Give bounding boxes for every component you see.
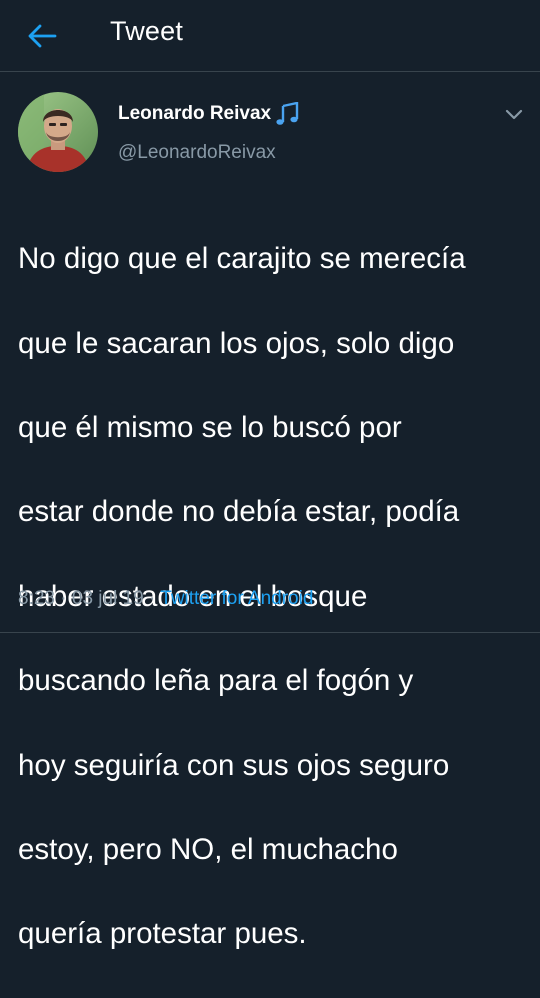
tweet-text-line: buscando leña para el fogón y <box>18 664 414 698</box>
tweet-text-line: quería protestar pues. <box>18 917 307 951</box>
tweet-text-line: que él mismo se lo buscó por <box>18 411 402 445</box>
tweet-text-line: No digo que el carajito se merecía <box>18 242 466 276</box>
author-name-text: Leonardo Reivax <box>118 103 272 124</box>
tweet-text-line: que le sacaran los ojos, solo digo <box>18 326 455 360</box>
author-name[interactable]: Leonardo Reivax <box>118 102 300 126</box>
tweet-text-line: estar donde no debía estar, podía <box>18 495 460 529</box>
page-title: Tweet <box>110 16 184 46</box>
tweet-text-line: estoy, pero NO, el muchacho <box>18 833 398 867</box>
tweet-source-link[interactable]: Twitter for Android <box>160 588 313 609</box>
tweet-time: 8:23 <box>18 588 55 609</box>
tweet-date: 03 jul 19 <box>71 588 144 609</box>
tweet-text-line: hoy seguiría con sus ojos seguro <box>18 748 450 782</box>
top-bar: Tweet <box>0 0 540 72</box>
avatar[interactable] <box>18 92 98 172</box>
avatar-photo <box>18 92 98 172</box>
chevron-down-icon <box>505 109 523 120</box>
divider <box>0 632 540 633</box>
meta-separator: · <box>60 588 67 609</box>
music-notes-icon <box>276 102 299 125</box>
back-button[interactable] <box>24 18 60 54</box>
author-handle[interactable]: @LeonardoReivax <box>118 142 276 164</box>
more-options-button[interactable] <box>502 104 526 124</box>
meta-separator: · <box>149 588 156 609</box>
tweet-metadata: 8:23 · 03 jul 19 · Twitter for Android <box>18 588 313 610</box>
arrow-left-icon <box>28 24 57 48</box>
